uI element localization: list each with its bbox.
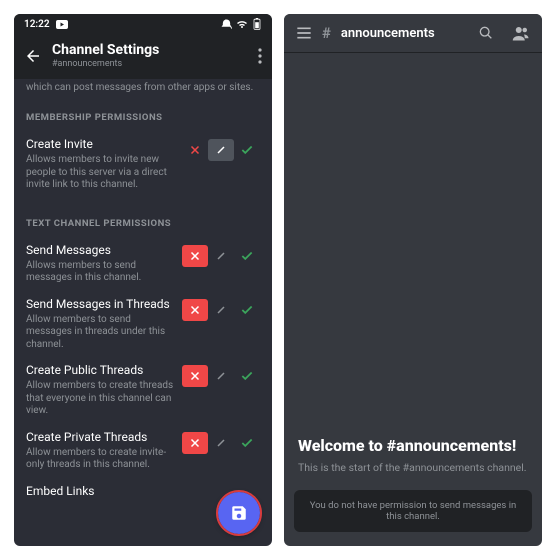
perm-desc: Allows members to invite new people to t… — [26, 154, 174, 192]
perm-allow-button[interactable] — [234, 139, 260, 161]
perm-row-send-messages: Send Messages Allows members to send mes… — [26, 239, 260, 293]
perm-row-create-invite: Create Invite Allows members to invite n… — [26, 133, 260, 200]
perm-toggle — [182, 365, 260, 387]
channel-name: announcements — [341, 26, 435, 41]
perm-deny-button[interactable] — [182, 245, 208, 267]
perm-row-create-public-threads: Create Public Threads Allow members to c… — [26, 359, 260, 426]
perm-neutral-button[interactable] — [208, 432, 234, 454]
status-bar: 12:22 — [14, 14, 272, 34]
truncated-lead: which can post messages from other apps … — [26, 81, 260, 94]
perm-toggle — [182, 299, 260, 321]
perm-deny-button[interactable] — [182, 299, 208, 321]
welcome-heading: Welcome to #announcements! — [298, 436, 528, 455]
page-subtitle: #announcements — [52, 59, 159, 69]
dnd-icon — [221, 19, 232, 30]
perm-title: Create Invite — [26, 137, 174, 151]
save-fab[interactable] — [218, 492, 260, 534]
right-phone: # announcements Welcome to #announcement… — [284, 14, 542, 546]
perm-toggle — [182, 139, 260, 161]
perm-desc: Allow members to create threads that eve… — [26, 380, 174, 418]
locked-message-text: You do not have permission to send messa… — [310, 500, 517, 522]
channel-header: # announcements — [284, 14, 542, 53]
back-arrow-icon[interactable] — [24, 47, 42, 65]
perm-neutral-button[interactable] — [208, 299, 234, 321]
perm-deny-button[interactable] — [182, 432, 208, 454]
perm-title: Create Private Threads — [26, 430, 174, 444]
settings-scroll[interactable]: which can post messages from other apps … — [14, 79, 272, 546]
perm-title: Create Public Threads — [26, 363, 174, 377]
perm-row-create-private-threads: Create Private Threads Allow members to … — [26, 426, 260, 480]
section-text-heading: TEXT CHANNEL PERMISSIONS — [26, 218, 260, 229]
header-titles: Channel Settings #announcements — [52, 42, 159, 69]
search-icon[interactable] — [478, 25, 494, 41]
perm-desc: Allows members to send messages in this … — [26, 260, 174, 285]
perm-toggle — [182, 432, 260, 454]
perm-deny-button[interactable] — [182, 365, 208, 387]
youtube-icon — [56, 20, 68, 29]
members-icon[interactable] — [512, 25, 530, 41]
perm-neutral-button[interactable] — [208, 139, 234, 161]
welcome-sub: This is the start of the #announcements … — [298, 461, 528, 474]
perm-allow-button[interactable] — [234, 432, 260, 454]
battery-icon — [252, 18, 262, 30]
perm-neutral-button[interactable] — [208, 245, 234, 267]
perm-allow-button[interactable] — [234, 245, 260, 267]
perm-allow-button[interactable] — [234, 299, 260, 321]
perm-title: Send Messages in Threads — [26, 297, 174, 311]
hash-icon: # — [322, 24, 331, 42]
perm-row-send-messages-threads: Send Messages in Threads Allow members t… — [26, 293, 260, 360]
status-time: 12:22 — [24, 19, 50, 30]
more-icon[interactable] — [258, 48, 262, 64]
locked-message-bar: You do not have permission to send messa… — [294, 490, 532, 532]
perm-toggle — [182, 245, 260, 267]
perm-desc: Allow members to create invite-only thre… — [26, 447, 174, 472]
perm-title: Send Messages — [26, 243, 174, 257]
perm-deny-button[interactable] — [182, 139, 208, 161]
page-title: Channel Settings — [52, 42, 159, 58]
section-membership-heading: MEMBERSHIP PERMISSIONS — [26, 112, 260, 123]
menu-icon[interactable] — [296, 27, 312, 39]
perm-allow-button[interactable] — [234, 365, 260, 387]
perm-title: Embed Links — [26, 484, 252, 498]
wifi-icon — [236, 19, 248, 29]
save-icon — [230, 504, 248, 522]
perm-desc: Allow members to send messages in thread… — [26, 314, 174, 352]
settings-header: Channel Settings #announcements — [14, 34, 272, 79]
channel-body: Welcome to #announcements! This is the s… — [284, 53, 542, 490]
left-phone: 12:22 Channel Settings #announcements — [14, 14, 272, 546]
perm-neutral-button[interactable] — [208, 365, 234, 387]
